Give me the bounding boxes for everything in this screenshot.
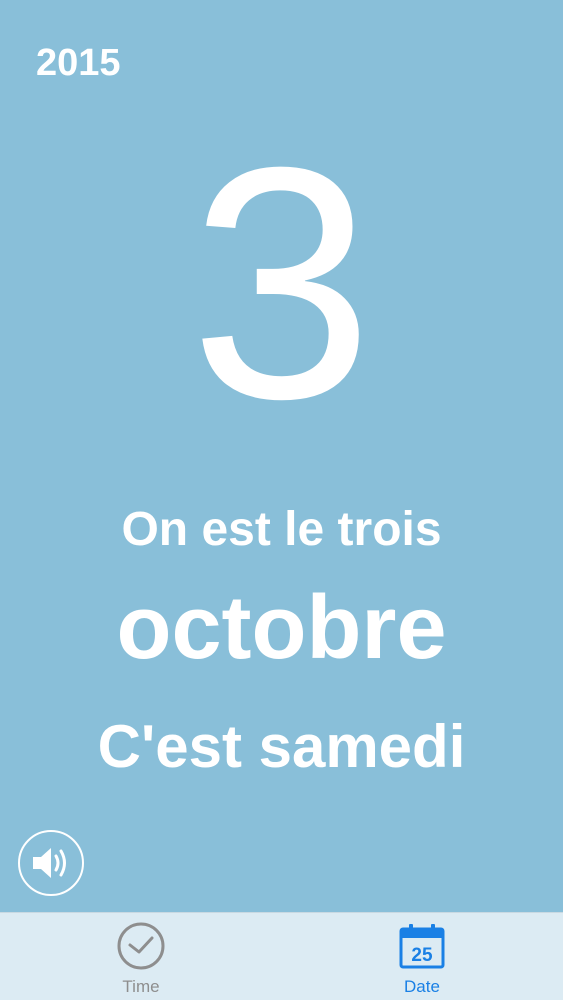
tab-date-label: Date [404, 977, 440, 996]
day-sentence: On est le trois [121, 503, 442, 556]
tab-time[interactable]: Time [71, 913, 211, 1000]
tab-bar: Time 25 Date [0, 912, 563, 1000]
calendar-icon: 25 [399, 924, 445, 969]
speak-button[interactable] [18, 830, 84, 896]
tab-time-label: Time [122, 977, 160, 996]
clock-icon [117, 922, 165, 970]
date-screen: 2015 3 On est le trois octobre C'est sam… [0, 0, 563, 912]
day-number: 3 [189, 98, 374, 467]
tab-date[interactable]: 25 Date [352, 913, 492, 1000]
calendar-icon-number: 25 [411, 945, 433, 966]
month-label: octobre [116, 578, 447, 678]
weekday-sentence: C'est samedi [97, 713, 466, 780]
year-label: 2015 [36, 42, 121, 84]
speaker-icon [33, 848, 66, 878]
